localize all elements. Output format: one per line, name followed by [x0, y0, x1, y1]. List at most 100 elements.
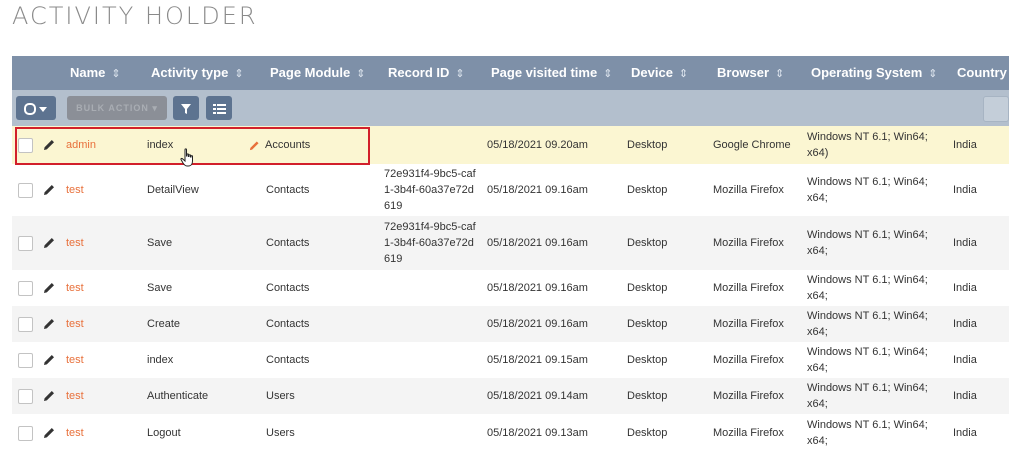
cell-device: Desktop — [627, 282, 668, 294]
sort-icon[interactable]: ⇕ — [234, 57, 243, 91]
cell-name[interactable]: test — [66, 378, 84, 414]
cell-record-id — [384, 342, 476, 378]
cell-page-module: Contacts — [266, 237, 310, 249]
sort-icon[interactable]: ⇕ — [775, 57, 784, 91]
cell-activity-type: Create — [147, 318, 181, 330]
sort-icon[interactable]: ⇕ — [455, 57, 464, 91]
column-chooser-button[interactable] — [206, 96, 232, 120]
bulk-action-button[interactable]: BULK ACTION ▾ — [67, 96, 167, 120]
cell-name[interactable]: test — [66, 216, 84, 270]
row-checkbox[interactable] — [18, 389, 33, 404]
name-link[interactable]: test — [66, 352, 84, 368]
filter-button[interactable] — [173, 96, 199, 120]
cell-device: Desktop — [627, 139, 668, 151]
column-header-record-id[interactable]: Record ID ⇕ — [388, 56, 465, 90]
select-dropdown-button[interactable] — [16, 96, 56, 120]
name-link[interactable]: test — [66, 235, 84, 251]
sort-icon[interactable]: ⇕ — [928, 57, 937, 91]
column-header-country[interactable]: Country — [957, 56, 1007, 90]
column-header-operating-system[interactable]: Operating System ⇕ — [811, 56, 937, 90]
cell-page-module: Contacts — [266, 184, 310, 196]
cell-page-visited-time: 05/18/2021 09.14am — [487, 390, 588, 402]
name-link[interactable]: test — [66, 388, 84, 404]
table-row[interactable]: test Save Contacts 72e931f4-9bc5-caf1-3b… — [12, 216, 1009, 270]
table-row[interactable]: test Logout Users 05/18/2021 09.13am Des… — [12, 414, 1009, 451]
cell-record-id — [384, 126, 476, 164]
table-row[interactable]: test DetailView Contacts 72e931f4-9bc5-c… — [12, 164, 1009, 216]
hand-pointer-cursor-icon — [180, 148, 193, 167]
row-checkbox[interactable] — [18, 281, 33, 296]
cell-browser: Mozilla Firefox — [713, 184, 784, 196]
column-header-page-visited-time[interactable]: Page visited time ⇕ — [491, 56, 612, 90]
column-header-label: Record ID — [388, 65, 450, 80]
cell-activity-type: Authenticate — [147, 390, 209, 402]
row-checkbox[interactable] — [18, 426, 33, 441]
column-header-label: Activity type — [151, 65, 229, 80]
cell-name[interactable]: test — [66, 306, 84, 342]
cell-name[interactable]: test — [66, 270, 84, 306]
cell-country: India — [953, 184, 977, 196]
cell-operating-system: Windows NT 6.1; Win64; x64; — [807, 274, 928, 302]
name-link[interactable]: test — [66, 182, 84, 198]
cell-record-id: 72e931f4-9bc5-caf1-3b4f-60a37e72d619 — [384, 168, 476, 212]
page-title: ACTIVITY HOLDER — [12, 2, 258, 30]
cell-operating-system: Windows NT 6.1; Win64; x64; — [807, 419, 928, 447]
cell-browser: Mozilla Firefox — [713, 427, 784, 439]
pencil-edit-icon[interactable] — [41, 316, 57, 332]
sort-icon[interactable]: ⇕ — [679, 57, 688, 91]
cell-page-visited-time: 05/18/2021 09.20am — [487, 139, 588, 151]
row-checkbox[interactable] — [18, 183, 33, 198]
cell-device: Desktop — [627, 390, 668, 402]
table-row[interactable]: test Create Contacts 05/18/2021 09.16am … — [12, 306, 1009, 342]
cell-name[interactable]: test — [66, 414, 84, 451]
cell-operating-system: Windows NT 6.1; Win64; x64; — [807, 229, 928, 257]
cell-country: India — [953, 237, 977, 249]
sort-icon[interactable]: ⇕ — [111, 57, 120, 91]
cell-page-module: Users — [266, 390, 295, 402]
cell-page-module: Contacts — [266, 354, 310, 366]
cell-page-visited-time: 05/18/2021 09.13am — [487, 427, 588, 439]
column-header-activity-type[interactable]: Activity type ⇕ — [151, 56, 244, 90]
pencil-edit-icon[interactable] — [41, 425, 57, 441]
cell-name[interactable]: test — [66, 164, 84, 216]
table-row[interactable]: test Authenticate Users 05/18/2021 09.14… — [12, 378, 1009, 414]
cell-page-visited-time: 05/18/2021 09.16am — [487, 237, 588, 249]
column-header-name[interactable]: Name ⇕ — [70, 56, 121, 90]
sort-icon[interactable]: ⇕ — [603, 57, 612, 91]
pencil-edit-icon[interactable] — [41, 235, 57, 251]
filter-icon — [181, 103, 191, 114]
pencil-edit-icon[interactable] — [41, 280, 57, 296]
row-checkbox[interactable] — [18, 353, 33, 368]
cell-activity-type: Logout — [147, 427, 181, 439]
cell-record-id — [384, 270, 476, 306]
cell-page-visited-time: 05/18/2021 09.16am — [487, 318, 588, 330]
table-row[interactable]: test index Contacts 05/18/2021 09.15am D… — [12, 342, 1009, 378]
name-link[interactable]: test — [66, 316, 84, 332]
column-header-label: Operating System — [811, 65, 923, 80]
name-link[interactable]: test — [66, 280, 84, 296]
row-checkbox[interactable] — [18, 317, 33, 332]
cell-device: Desktop — [627, 237, 668, 249]
cell-country: India — [953, 427, 977, 439]
column-header-label: Device — [631, 65, 673, 80]
cell-page-module: Contacts — [266, 282, 310, 294]
table-row[interactable]: test Save Contacts 05/18/2021 09.16am De… — [12, 270, 1009, 306]
cell-name[interactable]: test — [66, 342, 84, 378]
name-link[interactable]: test — [66, 425, 84, 441]
toolbar-right-button[interactable] — [983, 96, 1009, 122]
cell-browser: Mozilla Firefox — [713, 237, 784, 249]
column-header-browser[interactable]: Browser ⇕ — [717, 56, 784, 90]
cell-operating-system: Windows NT 6.1; Win64; x64) — [807, 131, 928, 159]
row-checkbox[interactable] — [18, 236, 33, 251]
table-toolbar: BULK ACTION ▾ — [12, 90, 1009, 126]
column-header-label: Browser — [717, 65, 770, 80]
pencil-edit-icon[interactable] — [41, 182, 57, 198]
cell-device: Desktop — [627, 318, 668, 330]
column-header-device[interactable]: Device ⇕ — [631, 56, 688, 90]
column-header-page-module[interactable]: Page Module ⇕ — [270, 56, 365, 90]
pencil-edit-icon[interactable] — [41, 352, 57, 368]
cell-record-id — [384, 414, 476, 451]
pencil-edit-icon[interactable] — [41, 388, 57, 404]
sort-icon[interactable]: ⇕ — [356, 57, 365, 91]
cell-browser: Mozilla Firefox — [713, 318, 784, 330]
